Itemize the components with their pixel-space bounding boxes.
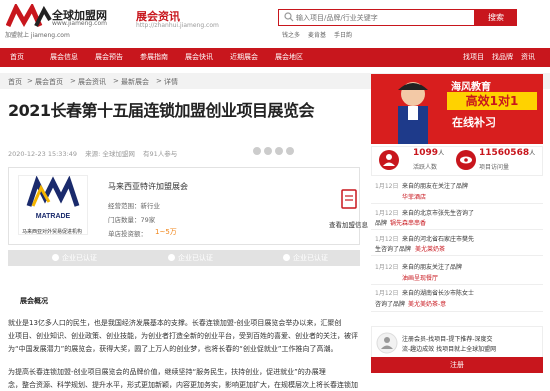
view-info-button[interactable]: 查看加盟信息 [329,219,368,229]
feed-brand[interactable]: 油画呈现餐厅 [402,273,438,282]
company-logo-caption: 马来西亚对外贸易促进机构 [22,229,83,235]
nav-item-guide[interactable]: 参展指南 [140,52,168,62]
overview-line: 为提高长春连锁加盟-创业项目展览会的品牌价值，继续坚持“服务民生，扶持创业，促进… [8,368,326,376]
feed-brand[interactable]: 美尤莱奶茶 [415,244,445,253]
users-icon [379,150,399,170]
overview-line: 念，整合资源、科学规划、提升水平，形式更加新颖，内容更加务实，影响更加扩大，在规… [8,381,358,389]
visits-value: 11560568 [479,148,530,158]
breadcrumb-sep: > [113,77,119,85]
feed-date: 1月12日 [375,183,399,190]
company-name[interactable]: 马来西亚特许加盟展会 [108,181,188,192]
feed-date: 1月12日 [375,290,399,297]
nav-item-recent[interactable]: 近期展会 [230,52,258,62]
breadcrumb-sep: > [27,77,33,85]
divider [371,284,543,285]
register-text: 注册会员-找项目-提下推荐-深度交 [402,336,493,343]
nav-item-region[interactable]: 展会地区 [275,52,303,62]
ad-brand: 海风教育 [451,82,491,93]
verified-icon [52,254,59,261]
divider [371,311,543,312]
nav-item-home[interactable]: 首页 [10,52,24,62]
ad-slogan: 高效1对1 [447,92,537,110]
visits-unit: 人 [529,150,536,157]
overview-line: 业项目、创业知识、创业政策、创业技能，为创业者打造全新的创业平台，受到百姓的喜爱… [8,332,358,340]
matrade-wordmark: MATRADE [36,213,71,220]
verified-icon [168,254,175,261]
feed-text: 来自的北京市张先生咨询了 [402,210,475,217]
person-icon [398,82,428,144]
page-title: 2021长春第十五届连锁加盟创业项目展览会 [8,101,315,120]
feed-text: 品牌 [375,220,388,227]
verified-label: 企业已认证 [62,254,97,262]
breadcrumb-detail: 详情 [164,78,178,86]
feed-brand[interactable]: 美尤美奶茶-意 [408,299,446,308]
nav-find-project[interactable]: 找项目 [463,52,484,62]
nav-news[interactable]: 资讯 [521,52,535,62]
article-date: 2020-12-23 15:33:49 [8,150,78,158]
company-invest-label: 单店投资额： [108,230,147,238]
feed-date: 1月12日 [375,210,399,217]
ad-subtitle: 在线补习 [452,116,496,129]
matrade-logo-icon: MATRADE [26,175,80,220]
feed-text: 来自的朋友关注了品牌 [402,264,463,271]
article-meta: 2020-12-23 15:33:49 来源: 全球加盟网 有91人参与 [8,148,177,158]
breadcrumb-sep: > [70,77,76,85]
overview-line: 就业是13亿多人口的民生，也是我国经济发展基本的支撑。长春连锁加盟-创业项目展览… [8,319,342,327]
hot-keyword[interactable]: 钱之多 [282,30,300,39]
logo-url: www.jiameng.com [52,20,107,27]
active-users-count: 1099人 [413,148,444,158]
verified-label: 企业已认证 [293,254,328,262]
nav-item-expo-preview[interactable]: 展会预告 [95,52,123,62]
breadcrumb-expo-news[interactable]: 展会资讯 [78,77,106,87]
breadcrumb-latest[interactable]: 最新展会 [121,77,149,87]
feed-text: 生咨询了品牌 [375,246,412,253]
nav-find-brand[interactable]: 找品牌 [492,52,513,62]
active-users-unit: 人 [438,150,445,157]
share-icon[interactable] [252,146,322,156]
feed-text: 来自的朋友在关注了品牌 [402,183,469,190]
register-button[interactable]: 注册 [371,357,543,373]
logo-slogan: 加盟就上 jiameng.com [5,32,70,39]
feed-date: 1月12日 [375,264,399,271]
nav-item-news[interactable]: 展会快讯 [185,52,213,62]
register-text: 流-趣边成效 找项目就上全球加盟网 [402,346,497,353]
feed-brand[interactable]: 华菲酒店 [402,192,426,201]
feed-text: 来自的湖南省长沙市陈女士 [402,290,475,297]
overview-line: 为“中国发展潜力”的展览会，获得大奖，圆了上万人的创业梦，也将长春的“创业促就业… [8,345,338,353]
feed-text: 来自的河北省石家庄市樊先 [402,236,475,243]
company-stores: 门店数量：79家 [108,216,156,224]
visits-count: 11560568人 [479,148,535,158]
company-logo[interactable]: MATRADE [18,175,88,235]
document-icon[interactable] [338,188,360,210]
search-input[interactable] [296,10,472,25]
feed-brand[interactable]: 锅先森串串香 [390,218,426,227]
eye-icon [456,150,476,170]
overview-heading: 展会概况 [20,297,48,305]
search-button[interactable]: 搜索 [475,9,517,26]
company-invest-value: 1~5万 [155,228,177,236]
article-source: 来源: 全球加盟网 [85,150,135,158]
hot-keyword[interactable]: 手日韵 [334,30,352,39]
verified-icon [283,254,290,261]
divider [371,229,543,230]
breadcrumb-sep: > [156,77,162,85]
visits-label: 项目访问量 [479,164,510,171]
nav-item-expo-info[interactable]: 展会信息 [50,52,78,62]
breadcrumb-expo-home[interactable]: 展会首页 [35,77,63,87]
divider [371,203,543,204]
active-users-label: 活跃人数 [413,164,438,171]
feed-text: 咨询了品牌 [375,301,406,308]
section-url: http://zhanhui.jiameng.com [136,22,219,29]
active-users-value: 1099 [413,148,439,158]
divider [371,255,543,256]
user-icon [376,332,398,354]
hot-keyword[interactable]: 麦肯基 [308,30,326,39]
company-industry: 经营范围：新行业 [108,202,160,210]
search-icon [284,12,294,22]
verified-label: 企业已认证 [178,254,213,262]
breadcrumb-home[interactable]: 首页 [8,77,22,87]
feed-date: 1月12日 [375,236,399,243]
article-views: 有91人参与 [142,150,178,158]
